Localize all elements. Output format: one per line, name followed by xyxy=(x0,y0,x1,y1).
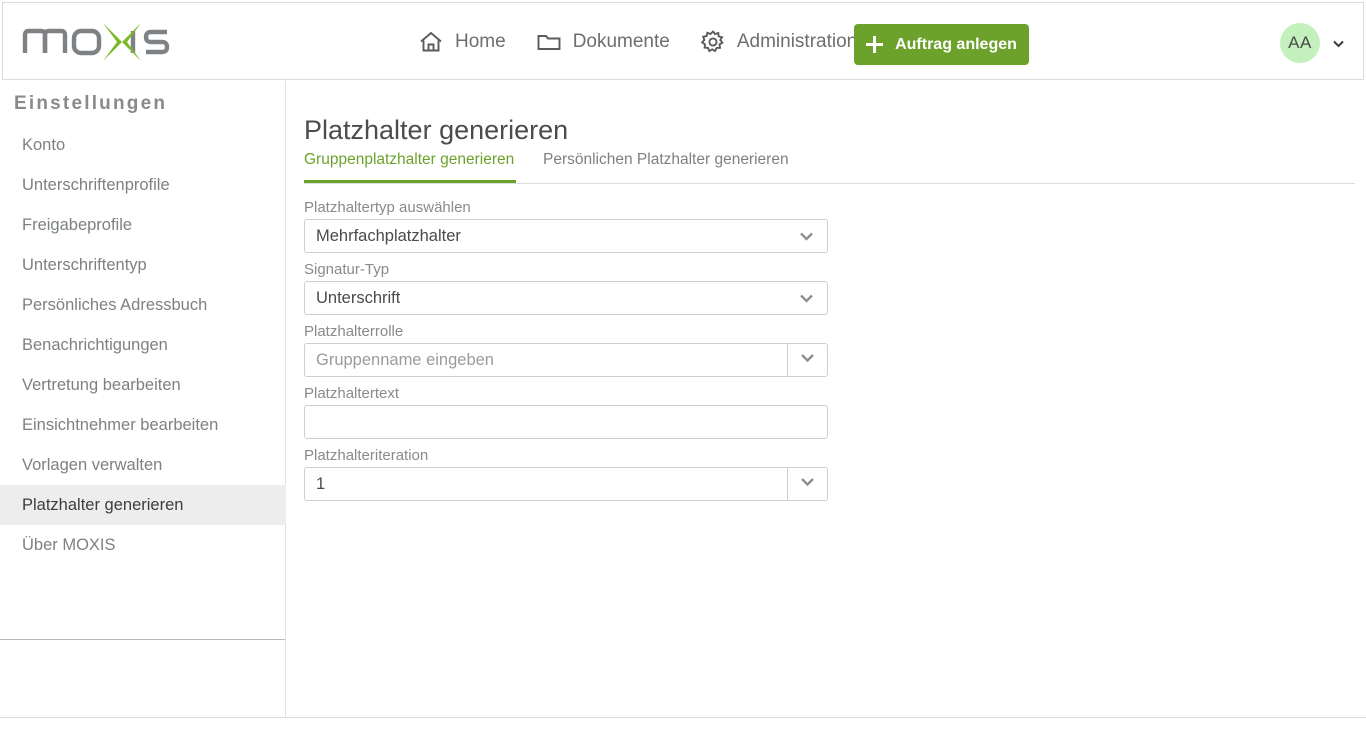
placeholder-iteration-value: 1 xyxy=(305,475,325,494)
create-order-button[interactable]: Auftrag anlegen xyxy=(854,24,1029,65)
placeholder-form: Platzhaltertyp auswählen Mehrfachplatzha… xyxy=(304,199,834,501)
sidebar-list: Konto Unterschriftenprofile Freigabeprof… xyxy=(0,125,286,565)
create-order-label: Auftrag anlegen xyxy=(895,36,1017,54)
sidebar-item-label: Benachrichtigungen xyxy=(22,336,168,355)
label-placeholder-text: Platzhaltertext xyxy=(304,385,834,402)
nav-label-administration: Administration xyxy=(737,31,857,53)
tab-label: Gruppenplatzhalter generieren xyxy=(304,151,514,168)
label-placeholder-type: Platzhaltertyp auswählen xyxy=(304,199,834,216)
sidebar-item-unterschriftenprofile[interactable]: Unterschriftenprofile xyxy=(0,165,286,205)
chevron-down-icon xyxy=(799,349,816,371)
tab-label: Persönlichen Platzhalter generieren xyxy=(543,151,789,168)
tab-gruppenplatzhalter[interactable]: Gruppenplatzhalter generieren xyxy=(304,151,516,183)
placeholder-role-value: Gruppenname eingeben xyxy=(305,351,494,370)
placeholder-type-select[interactable]: Mehrfachplatzhalter xyxy=(304,219,828,253)
chevron-down-icon xyxy=(798,290,815,307)
sidebar-item-ueber-moxis[interactable]: Über MOXIS xyxy=(0,525,286,565)
sidebar-item-label: Einsichtnehmer bearbeiten xyxy=(22,416,218,435)
placeholder-role-dropdown-button[interactable] xyxy=(787,344,827,376)
label-placeholder-role: Platzhalterrolle xyxy=(304,323,834,340)
signature-type-value: Unterschrift xyxy=(305,289,400,308)
sidebar-item-persoenliches-adressbuch[interactable]: Persönliches Adressbuch xyxy=(0,285,286,325)
sidebar-item-konto[interactable]: Konto xyxy=(0,125,286,165)
sidebar-item-label: Vorlagen verwalten xyxy=(22,456,162,475)
placeholder-iteration-combobox[interactable]: 1 xyxy=(304,467,828,501)
sidebar-item-label: Konto xyxy=(22,136,65,155)
nav-label-home: Home xyxy=(455,31,506,53)
gear-icon xyxy=(700,29,726,55)
placeholder-type-value: Mehrfachplatzhalter xyxy=(305,227,461,246)
sidebar-item-label: Freigabeprofile xyxy=(22,216,132,235)
avatar[interactable]: AA xyxy=(1280,23,1320,63)
moxis-logo[interactable] xyxy=(21,17,171,67)
label-signature-type: Signatur-Typ xyxy=(304,261,834,278)
sidebar-item-label: Platzhalter generieren xyxy=(22,496,183,515)
home-icon xyxy=(418,29,444,55)
sidebar-item-label: Unterschriftenprofile xyxy=(22,176,170,195)
tab-bar: Gruppenplatzhalter generieren Persönlich… xyxy=(304,151,1355,184)
tab-persoenlichen-platzhalter[interactable]: Persönlichen Platzhalter generieren xyxy=(543,151,794,183)
sidebar-item-label: Unterschriftentyp xyxy=(22,256,147,275)
footer-divider xyxy=(0,717,1366,718)
settings-sidebar: Einstellungen Konto Unterschriftenprofil… xyxy=(0,81,286,717)
chevron-down-icon xyxy=(798,228,815,245)
chevron-down-icon[interactable] xyxy=(1332,37,1345,50)
main-nav: Home Dokumente Administration xyxy=(418,3,857,81)
sidebar-item-unterschriftentyp[interactable]: Unterschriftentyp xyxy=(0,245,286,285)
sidebar-item-label: Vertretung bearbeiten xyxy=(22,376,181,395)
folder-icon xyxy=(536,29,562,55)
app-root: Home Dokumente Administration xyxy=(0,0,1366,729)
signature-type-select[interactable]: Unterschrift xyxy=(304,281,828,315)
nav-item-home[interactable]: Home xyxy=(418,29,506,55)
sidebar-item-freigabeprofile[interactable]: Freigabeprofile xyxy=(0,205,286,245)
placeholder-iteration-dropdown-button[interactable] xyxy=(787,468,827,500)
plus-icon xyxy=(866,36,883,53)
page-title: Platzhalter generieren xyxy=(304,115,568,146)
nav-label-dokumente: Dokumente xyxy=(573,31,670,53)
label-placeholder-iteration: Platzhalteriteration xyxy=(304,447,834,464)
nav-item-dokumente[interactable]: Dokumente xyxy=(536,29,670,55)
user-menu[interactable]: AA xyxy=(1280,23,1345,63)
chevron-down-icon xyxy=(799,473,816,495)
sidebar-item-vertretung-bearbeiten[interactable]: Vertretung bearbeiten xyxy=(0,365,286,405)
sidebar-title: Einstellungen xyxy=(14,93,167,115)
sidebar-item-label: Über MOXIS xyxy=(22,536,116,555)
avatar-initials: AA xyxy=(1288,33,1312,53)
sidebar-divider xyxy=(0,639,285,640)
placeholder-role-combobox[interactable]: Gruppenname eingeben xyxy=(304,343,828,377)
sidebar-item-vorlagen-verwalten[interactable]: Vorlagen verwalten xyxy=(0,445,286,485)
sidebar-item-benachrichtigungen[interactable]: Benachrichtigungen xyxy=(0,325,286,365)
placeholder-text-input[interactable] xyxy=(304,405,828,439)
sidebar-item-einsichtnehmer-bearbeiten[interactable]: Einsichtnehmer bearbeiten xyxy=(0,405,286,445)
nav-item-administration[interactable]: Administration xyxy=(700,29,857,55)
top-header: Home Dokumente Administration xyxy=(2,2,1364,80)
main-content: Platzhalter generieren Gruppenplatzhalte… xyxy=(287,81,1366,717)
sidebar-item-label: Persönliches Adressbuch xyxy=(22,296,207,315)
sidebar-item-platzhalter-generieren[interactable]: Platzhalter generieren xyxy=(0,485,286,525)
